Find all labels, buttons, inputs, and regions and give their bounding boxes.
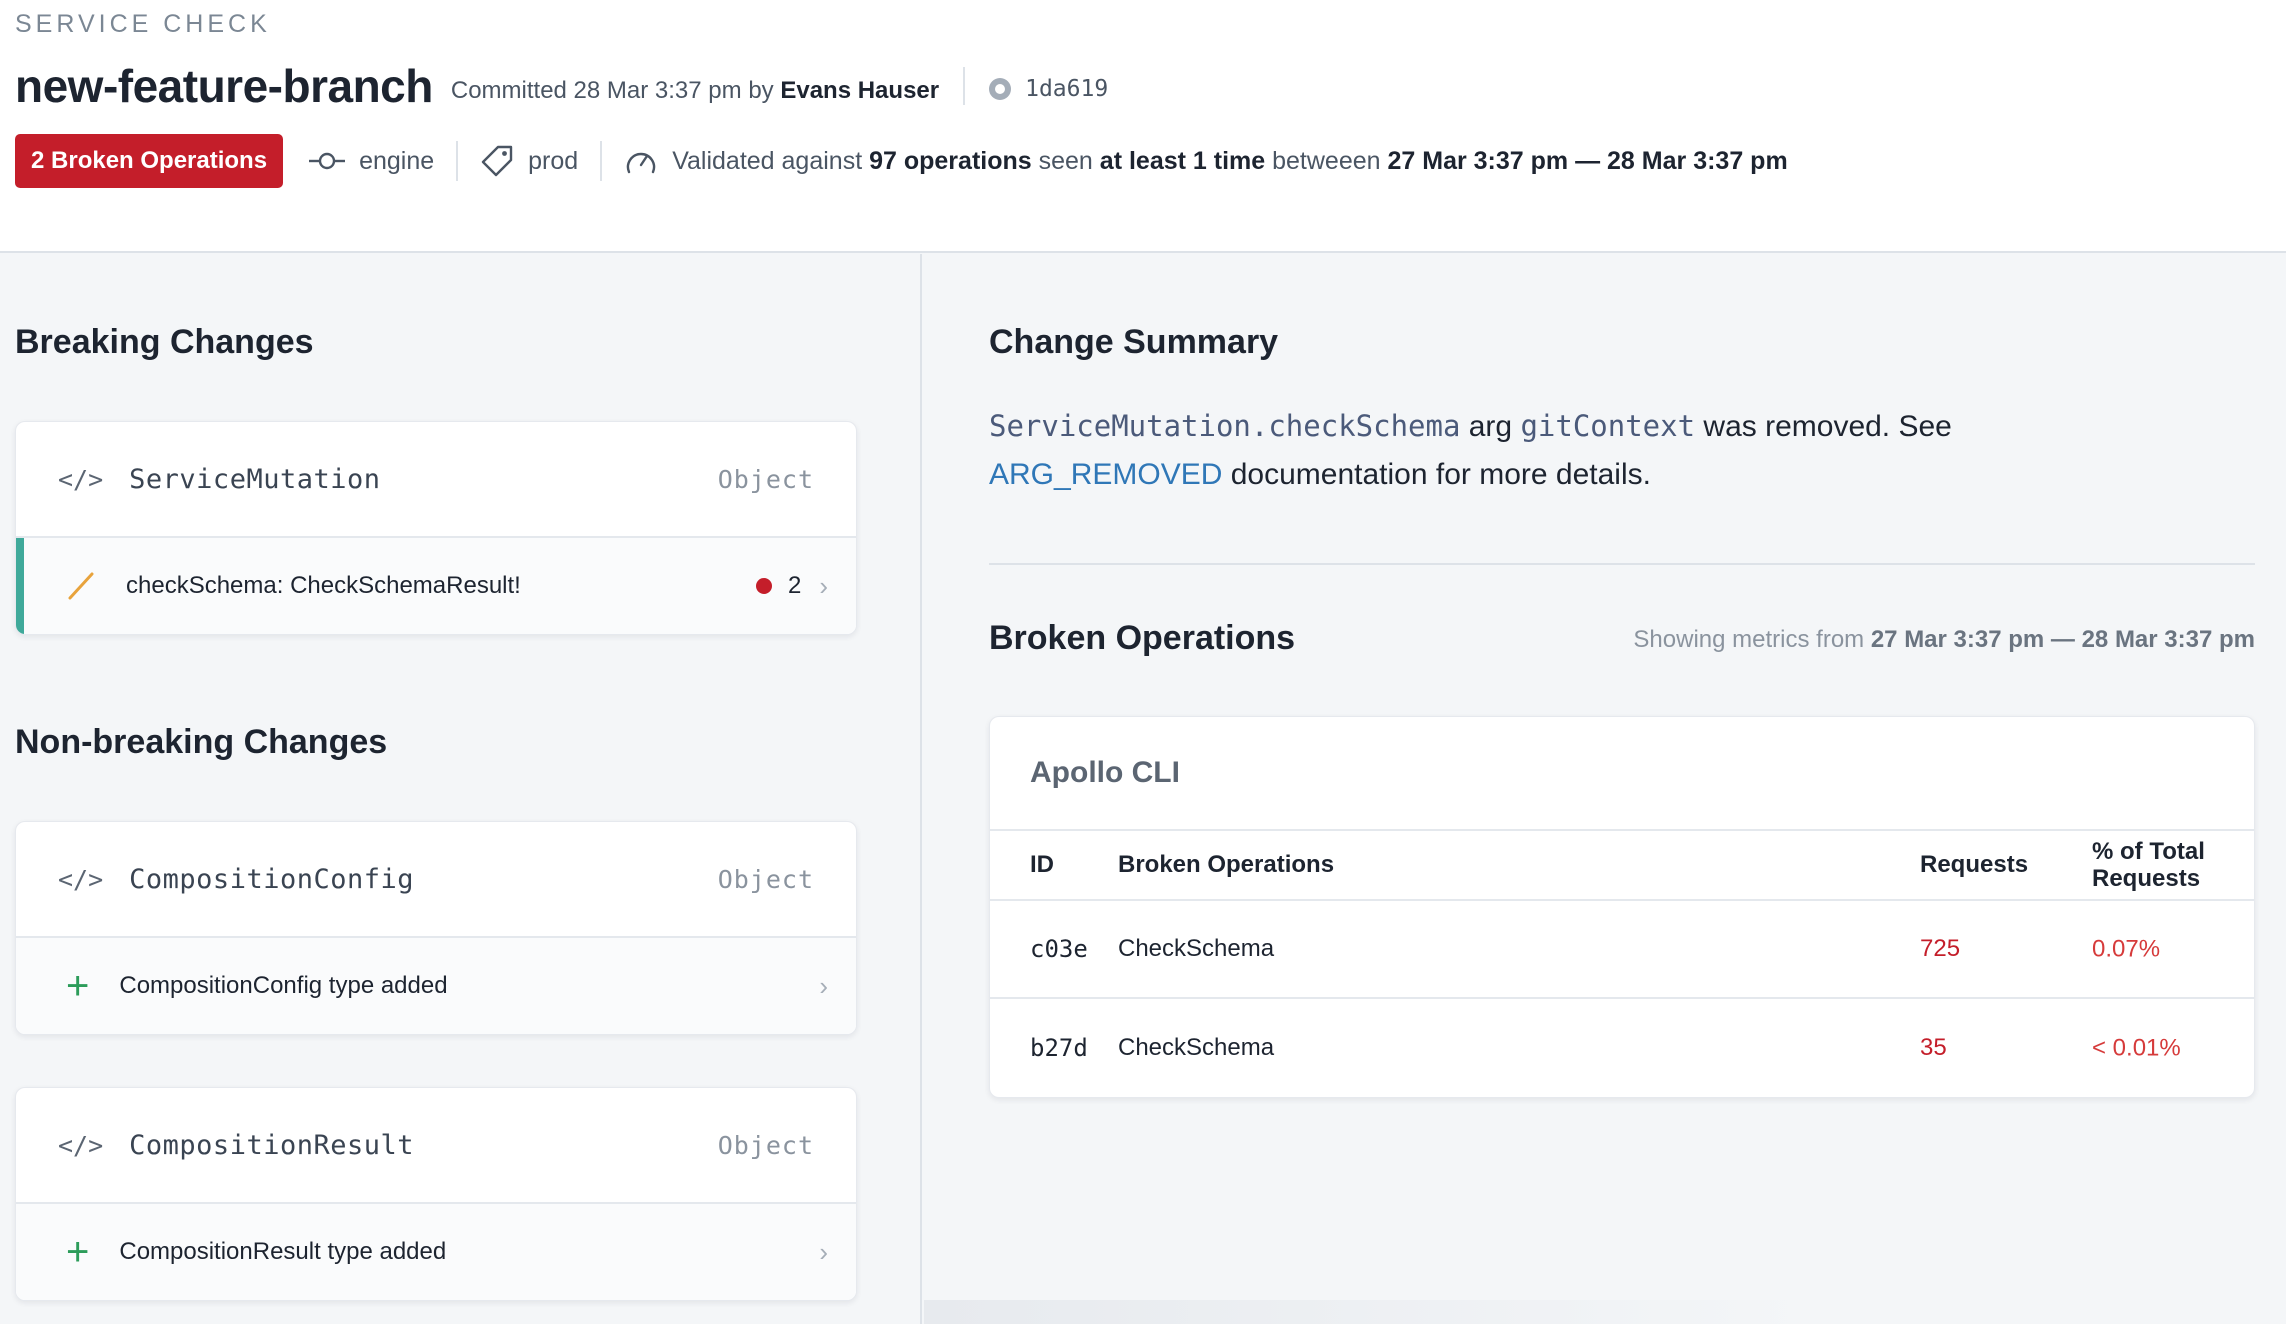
page-eyebrow: SERVICE CHECK [15, 10, 271, 38]
code-icon: </> [58, 1130, 104, 1160]
env-label: prod [528, 146, 579, 175]
breaking-change-row[interactable]: checkSchema: CheckSchemaResult! 2 › [16, 538, 856, 634]
plus-icon: + [66, 1230, 90, 1274]
error-dot-icon [755, 578, 772, 594]
change-card: </> CompositionResult Object + Compositi… [15, 1087, 857, 1301]
author-name: Evans Hauser [780, 77, 940, 104]
commit-hash: 1da619 [1025, 76, 1109, 102]
code-icon: </> [58, 464, 104, 494]
page-header: SERVICE CHECK new-feature-branch Committ… [0, 0, 2286, 253]
meta-row: 2 Broken Operations engine prod Validate… [15, 134, 1788, 188]
column-percent[interactable]: % of Total Requests [2092, 838, 2205, 892]
operation-requests: 725 [1920, 935, 1961, 962]
code-icon: </> [58, 864, 104, 894]
column-operation[interactable]: Broken Operations [1118, 851, 1334, 879]
type-name: CompositionConfig [129, 863, 414, 895]
client-name: Apollo CLI [990, 717, 2254, 831]
divider [963, 67, 966, 105]
commit-icon [309, 152, 346, 170]
validated-threshold: at least 1 time [1099, 146, 1266, 175]
change-summary-title: Change Summary [989, 323, 1279, 361]
change-description: checkSchema: CheckSchemaResult! [126, 572, 521, 599]
column-percent-line2: Requests [2092, 865, 2201, 892]
gauge-icon [627, 152, 656, 174]
validation-item: Validated against 97 operations seen at … [624, 146, 1788, 176]
change-description: CompositionConfig type added [119, 972, 448, 999]
operation-id: b27d [1030, 1034, 1088, 1062]
non-breaking-change-row[interactable]: + CompositionResult type added › [16, 1204, 856, 1300]
commit-info: Committed 28 Mar 3:37 pm by Evans Hauser [451, 77, 939, 105]
env-item: prod [480, 144, 578, 178]
non-breaking-changes-title: Non-breaking Changes [15, 723, 388, 761]
column-requests[interactable]: Requests [1920, 851, 2028, 879]
plus-icon: + [66, 964, 90, 1008]
committed-date: Committed 28 Mar 3:37 pm [450, 77, 742, 104]
table-row[interactable]: b27d CheckSchema 35 < 0.01% [990, 999, 2254, 1097]
type-kind: Object [717, 1130, 814, 1160]
field-code: ServiceMutation.checkSchema [989, 409, 1461, 443]
broken-count: 2 [787, 572, 802, 599]
card-header: </> ServiceMutation Object [16, 422, 856, 538]
divider [989, 563, 2255, 565]
type-kind: Object [717, 464, 814, 494]
broken-operations-title: Broken Operations [989, 619, 1296, 657]
breaking-changes-title: Breaking Changes [15, 323, 314, 361]
type-kind: Object [717, 864, 814, 894]
operation-name: CheckSchema [1118, 935, 1275, 962]
change-summary-text: ServiceMutation.checkSchema arg gitConte… [989, 402, 2089, 499]
chevron-right-icon: › [819, 970, 828, 1001]
validated-range: 27 Mar 3:37 pm — 28 Mar 3:37 pm [1387, 146, 1788, 175]
engine-label: engine [359, 146, 435, 175]
pencil-icon [68, 572, 94, 600]
card-header: </> CompositionResult Object [16, 1088, 856, 1204]
operation-name: CheckSchema [1118, 1034, 1275, 1061]
column-percent-line1: % of Total [2092, 838, 2205, 865]
commit-link[interactable]: 1da619 [989, 76, 1108, 102]
showing-range: 27 Mar 3:37 pm — 28 Mar 3:37 pm [1870, 626, 2255, 653]
arg-code: gitContext [1520, 409, 1696, 443]
arg-word: arg [1468, 410, 1513, 443]
showing-prefix: Showing metrics from [1633, 626, 1865, 653]
by-word: by [748, 77, 774, 104]
branch-name: new-feature-branch [15, 60, 433, 112]
chevron-right-icon: › [819, 570, 828, 601]
change-card: </> CompositionConfig Object + Compositi… [15, 821, 857, 1035]
chevron-right-icon: › [819, 1236, 828, 1267]
arg-removed-link[interactable]: ARG_REMOVED [989, 458, 1222, 491]
metrics-range: Showing metrics from 27 Mar 3:37 pm — 28… [1633, 626, 2255, 654]
column-id[interactable]: ID [1030, 851, 1054, 879]
change-description: CompositionResult type added [119, 1238, 447, 1265]
operation-percent: 0.07% [2092, 935, 2161, 963]
operation-requests: 35 [1920, 1034, 1947, 1061]
validated-between: betweeen [1272, 146, 1381, 175]
removed-text: was removed. See [1703, 410, 1952, 443]
operation-percent: < 0.01% [2092, 1034, 2181, 1062]
validated-prefix: Validated against [672, 146, 863, 175]
table-header: ID Broken Operations Requests % of Total… [990, 831, 2254, 901]
client-operations-card: Apollo CLI ID Broken Operations Requests… [989, 716, 2255, 1098]
engine-item: engine [309, 147, 434, 176]
divider [600, 141, 603, 181]
card-header: </> CompositionConfig Object [16, 822, 856, 938]
type-name: ServiceMutation [129, 463, 381, 495]
non-breaking-change-row[interactable]: + CompositionConfig type added › [16, 938, 856, 1034]
title-row: new-feature-branch Committed 28 Mar 3:37… [15, 56, 1108, 116]
divider [456, 141, 459, 181]
github-icon [989, 78, 1012, 100]
tag-icon [481, 145, 513, 177]
validated-seen: seen [1038, 146, 1093, 175]
scroll-shadow [924, 1300, 1824, 1324]
operation-id: c03e [1030, 935, 1088, 963]
validated-count: 97 operations [869, 146, 1032, 175]
details-pane: Change Summary ServiceMutation.checkSche… [924, 254, 2286, 1324]
change-card: </> ServiceMutation Object checkSchema: … [15, 421, 857, 635]
broken-operations-badge[interactable]: 2 Broken Operations [15, 134, 284, 188]
changes-pane: Breaking Changes </> ServiceMutation Obj… [0, 254, 922, 1324]
docs-text: documentation for more details. [1230, 458, 1651, 491]
type-name: CompositionResult [129, 1129, 414, 1161]
table-row[interactable]: c03e CheckSchema 725 0.07% [990, 901, 2254, 999]
